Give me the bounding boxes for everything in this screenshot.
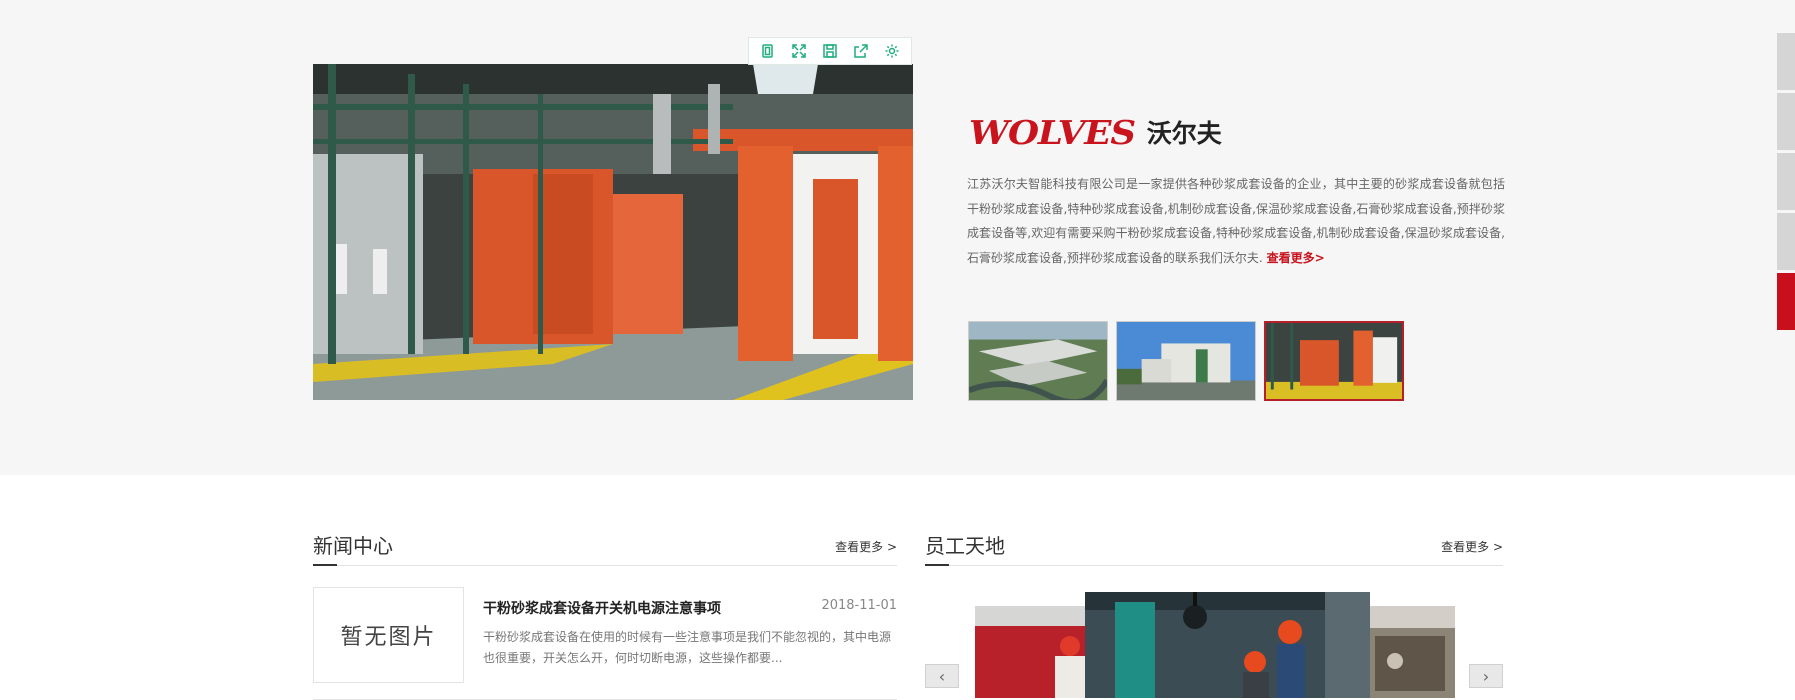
staff-carousel: ‹ › <box>925 592 1503 698</box>
intro-more-link[interactable]: 查看更多> <box>1267 251 1325 265</box>
news-item-summary: 干粉砂浆成套设备在使用的时候有一些注意事项是我们不能忽视的，其中电源也很重要，开… <box>483 630 892 665</box>
staff-more-link[interactable]: 查看更多 > <box>1441 538 1503 565</box>
news-item-title[interactable]: 干粉砂浆成套设备开关机电源注意事项 <box>483 598 721 618</box>
share-icon[interactable] <box>852 42 870 60</box>
thumbnail-spray-booth[interactable] <box>1264 321 1404 401</box>
staff-title: 员工天地 <box>925 534 1005 558</box>
side-tab-4[interactable] <box>1777 213 1795 270</box>
image-toolbar <box>748 37 912 65</box>
intro-text: 江苏沃尔夫智能科技有限公司是一家提供各种砂浆成套设备的企业，其中主要的砂浆成套设… <box>967 177 1505 265</box>
fullscreen-icon[interactable] <box>790 42 808 60</box>
news-item-date: 2018-11-01 <box>821 598 897 613</box>
thumbnail-aerial-factory[interactable] <box>968 321 1108 401</box>
side-tab-5[interactable] <box>1777 273 1795 330</box>
settings-icon[interactable] <box>883 42 901 60</box>
side-tab-1[interactable] <box>1777 33 1795 90</box>
news-title: 新闻中心 <box>313 534 393 558</box>
staff-header: 员工天地 查看更多 > <box>925 530 1503 566</box>
news-section: 新闻中心 查看更多 > 暂无图片 干粉砂浆成套设备开关机电源注意事项 2018-… <box>313 530 897 700</box>
brand-name: 沃尔夫 <box>1146 119 1222 148</box>
brand-logo[interactable]: WOLVES <box>969 113 1136 152</box>
news-item[interactable]: 暂无图片 干粉砂浆成套设备开关机电源注意事项 2018-11-01 干粉砂浆成套… <box>313 587 897 700</box>
carousel-prev-button[interactable]: ‹ <box>925 664 959 688</box>
carousel-photo-right[interactable] <box>1370 606 1455 698</box>
side-tab-3[interactable] <box>1777 153 1795 210</box>
chevron-right-icon: › <box>1482 666 1490 686</box>
news-more-link[interactable]: 查看更多 > <box>835 538 897 565</box>
copy-icon[interactable] <box>759 42 777 60</box>
brand: WOLVES 沃尔夫 <box>969 112 1222 152</box>
company-intro: 江苏沃尔夫智能科技有限公司是一家提供各种砂浆成套设备的企业，其中主要的砂浆成套设… <box>967 172 1505 270</box>
carousel-photo-center[interactable] <box>1085 592 1370 698</box>
news-header: 新闻中心 查看更多 > <box>313 530 897 566</box>
thumbnail-strip <box>968 321 1404 401</box>
no-image-placeholder: 暂无图片 <box>313 587 464 683</box>
thumbnail-office-building[interactable] <box>1116 321 1256 401</box>
side-tab-2[interactable] <box>1777 93 1795 150</box>
save-icon[interactable] <box>821 42 839 60</box>
chevron-left-icon: ‹ <box>938 666 946 686</box>
carousel-next-button[interactable]: › <box>1469 664 1503 688</box>
hero-image[interactable] <box>313 64 913 400</box>
side-nav <box>1777 33 1795 333</box>
carousel-photo-left[interactable] <box>975 606 1085 698</box>
staff-section: 员工天地 查看更多 > ‹ › <box>925 530 1503 698</box>
